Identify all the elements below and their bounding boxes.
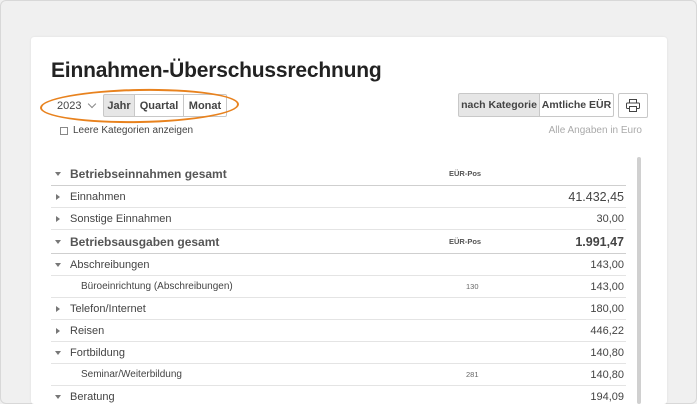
eur-pos-number: 281 [466, 370, 479, 379]
row-label: Fortbildung [70, 346, 126, 359]
row-label: Büroeinrichtung (Abschreibungen) [81, 281, 233, 292]
table-row[interactable]: Beratung 194,09 [51, 386, 626, 404]
row-label: Sonstige Einnahmen [70, 212, 172, 225]
print-button[interactable] [618, 93, 648, 118]
row-value: 194,09 [590, 390, 624, 403]
table-row[interactable]: Telefon/Internet 180,00 [51, 298, 626, 320]
row-label: Einnahmen [70, 190, 126, 203]
eur-report-card: Einnahmen-Überschussrechnung 2023 Jahr Q… [31, 37, 667, 404]
eur-pos-header: EÜR-Pos [449, 237, 482, 246]
row-label: Seminar/Weiterbildung [81, 369, 182, 380]
year-select[interactable]: 2023 [49, 94, 99, 117]
empty-categories-label: Leere Kategorien anzeigen [73, 125, 194, 136]
row-label: Beratung [70, 390, 115, 403]
expand-down-icon[interactable] [51, 394, 65, 399]
table-group-row[interactable]: Betriebseinnahmen gesamt EÜR-Pos [51, 162, 626, 186]
row-value: 1.991,47 [575, 234, 624, 249]
expand-down-icon[interactable] [51, 239, 65, 244]
currency-note: Alle Angaben in Euro [548, 125, 642, 136]
table-row[interactable]: Einnahmen 41.432,45 [51, 186, 626, 208]
table-row[interactable]: Abschreibungen 143,00 [51, 254, 626, 276]
row-value: 30,00 [596, 212, 624, 225]
table-row[interactable]: Reisen 446,22 [51, 320, 626, 342]
chevron-down-icon [87, 99, 97, 109]
scrollbar[interactable] [637, 157, 641, 404]
row-value: 143,00 [590, 258, 624, 271]
row-label: Abschreibungen [70, 258, 150, 271]
table-row[interactable]: Fortbildung 140,80 [51, 342, 626, 364]
table-group-row[interactable]: Betriebsausgaben gesamt EÜR-Pos 1.991,47 [51, 230, 626, 254]
year-value: 2023 [57, 99, 82, 112]
row-value: 180,00 [590, 302, 624, 315]
period-tab-quarter[interactable]: Quartal [134, 94, 184, 117]
expand-right-icon[interactable] [51, 215, 65, 222]
row-label: Betriebsausgaben gesamt [70, 234, 220, 249]
eur-pos-number: 130 [466, 282, 479, 291]
period-tab-month[interactable]: Monat [183, 94, 227, 117]
empty-categories-checkbox[interactable] [60, 126, 68, 135]
expand-right-icon[interactable] [51, 305, 65, 312]
printer-icon [626, 99, 640, 112]
expand-right-icon[interactable] [51, 193, 65, 200]
table-subrow: Seminar/Weiterbildung 281 140,80 [51, 364, 626, 386]
expand-down-icon[interactable] [51, 171, 65, 176]
row-value: 446,22 [590, 324, 624, 337]
empty-categories-toggle[interactable]: Leere Kategorien anzeigen [60, 125, 193, 136]
row-label: Telefon/Internet [70, 302, 146, 315]
page-title: Einnahmen-Überschussrechnung [51, 59, 382, 82]
period-tab-year[interactable]: Jahr [103, 94, 135, 117]
row-label: Betriebseinnahmen gesamt [70, 166, 227, 181]
row-value: 143,00 [590, 280, 624, 293]
row-value: 41.432,45 [568, 189, 624, 204]
expand-down-icon[interactable] [51, 262, 65, 267]
table-row[interactable]: Sonstige Einnahmen 30,00 [51, 208, 626, 230]
expand-right-icon[interactable] [51, 327, 65, 334]
view-by-category-button[interactable]: nach Kategorie [458, 93, 540, 117]
report-table: Betriebseinnahmen gesamt EÜR-Pos Einnahmen… [51, 162, 626, 404]
row-value: 140,80 [590, 368, 624, 381]
row-label: Reisen [70, 324, 105, 337]
row-value: 140,80 [590, 346, 624, 359]
table-subrow: Büroeinrichtung (Abschreibungen) 130 143,0… [51, 276, 626, 298]
expand-down-icon[interactable] [51, 350, 65, 355]
eur-pos-header: EÜR-Pos [449, 169, 482, 178]
view-official-eur-button[interactable]: Amtliche EÜR [539, 93, 614, 117]
